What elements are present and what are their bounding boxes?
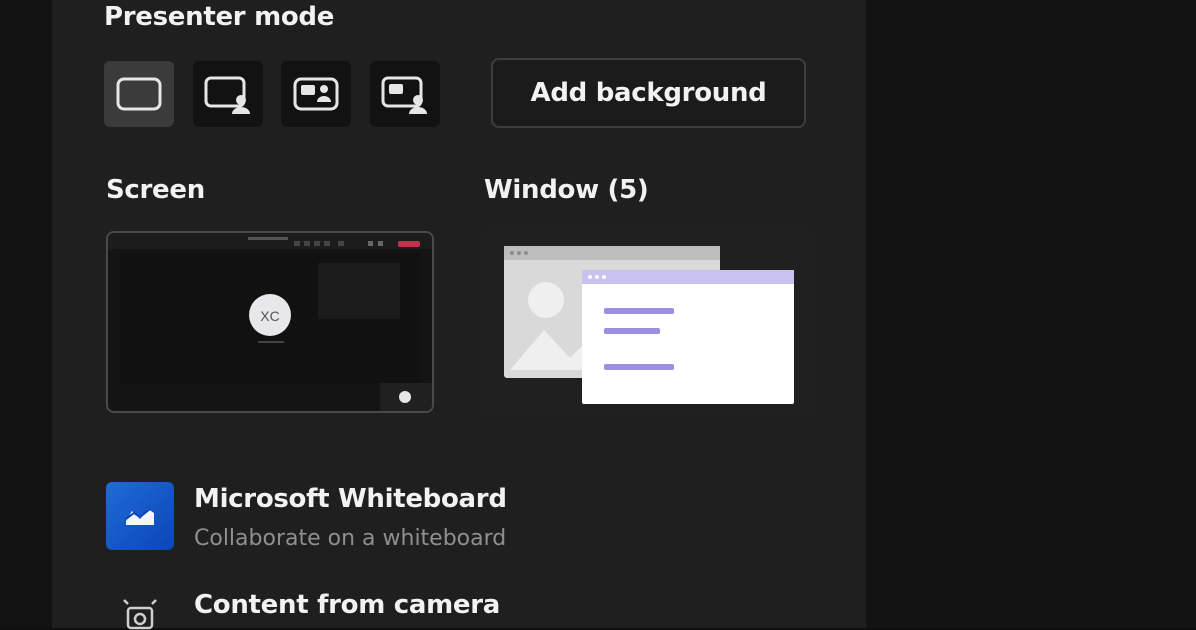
side-by-side-icon xyxy=(293,77,339,111)
window-share-thumbnail[interactable] xyxy=(484,230,816,416)
mode-standout-button[interactable] xyxy=(193,61,263,127)
whiteboard-icon[interactable] xyxy=(106,482,174,550)
add-background-button[interactable]: Add background xyxy=(491,58,806,128)
svg-text:XC: XC xyxy=(260,308,279,324)
screen-section-title: Screen xyxy=(106,175,205,205)
presenter-mode-title: Presenter mode xyxy=(104,2,335,32)
camera-icon[interactable] xyxy=(106,590,174,630)
whiteboard-title[interactable]: Microsoft Whiteboard xyxy=(194,484,507,514)
window-preview-illustration xyxy=(504,246,794,404)
content-only-icon xyxy=(116,77,162,111)
standout-icon xyxy=(204,76,250,114)
window-section-title: Window (5) xyxy=(484,175,649,205)
camera-glyph xyxy=(123,599,157,630)
screen-share-thumbnail[interactable]: XC xyxy=(106,231,434,413)
screen-preview: XC xyxy=(108,233,432,411)
mode-reporter-button[interactable] xyxy=(370,61,440,127)
reporter-icon xyxy=(381,76,427,114)
mode-content-only-button[interactable] xyxy=(104,61,174,127)
whiteboard-subtitle: Collaborate on a whiteboard xyxy=(194,526,507,551)
content-from-camera-title[interactable]: Content from camera xyxy=(194,590,500,620)
whiteboard-glyph xyxy=(125,508,154,525)
meeting-background xyxy=(866,0,1196,628)
mode-side-by-side-button[interactable] xyxy=(281,61,351,127)
left-gutter xyxy=(0,0,52,628)
